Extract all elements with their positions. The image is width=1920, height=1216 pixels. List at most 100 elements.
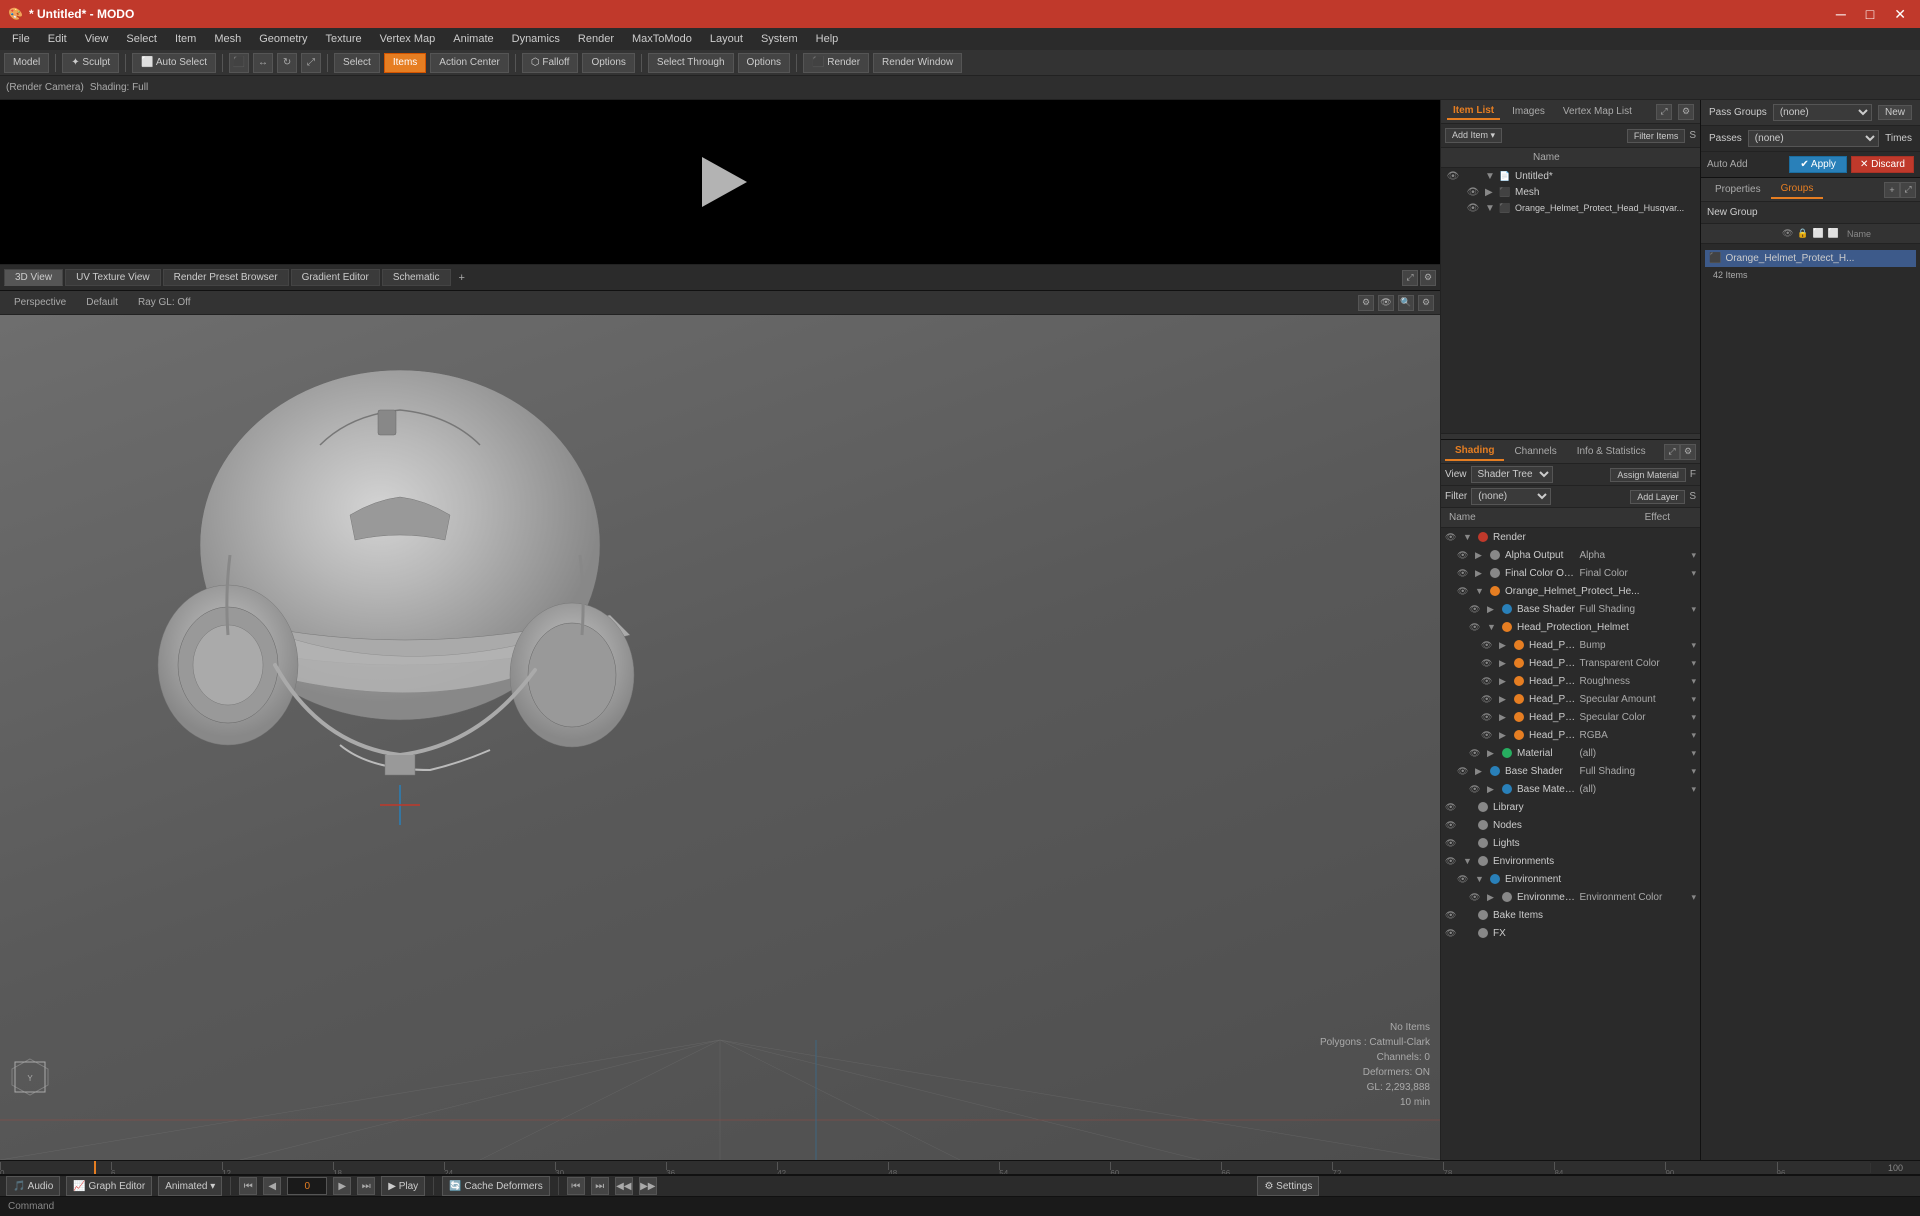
shader-chevron-13[interactable]: ▾ <box>1691 766 1696 777</box>
shader-eye-11[interactable]: 👁 <box>1481 730 1497 741</box>
shader-arrow-3[interactable]: ▼ <box>1475 586 1485 596</box>
shader-eye-20[interactable]: 👁 <box>1469 892 1485 903</box>
audio-btn[interactable]: 🎵 Audio <box>6 1176 60 1196</box>
shader-eye-12[interactable]: 👁 <box>1469 748 1485 759</box>
prev-frame-btn[interactable]: ◀ <box>263 1177 281 1195</box>
shader-row-12[interactable]: 👁▶Material(all)▾ <box>1441 744 1700 762</box>
shader-eye-10[interactable]: 👁 <box>1481 712 1497 723</box>
shader-row-20[interactable]: 👁▶Environment MaterialEnvironment Color▾ <box>1441 888 1700 906</box>
discard-btn[interactable]: ✕ Discard <box>1851 156 1914 173</box>
timeline[interactable]: 06121824303642485460667278849096 100 <box>0 1160 1920 1175</box>
shader-chevron-8[interactable]: ▾ <box>1691 676 1696 687</box>
shader-arrow-20[interactable]: ▶ <box>1487 892 1497 903</box>
shader-arrow-4[interactable]: ▶ <box>1487 604 1497 615</box>
expand-arrow-helmet[interactable]: ▼ <box>1485 203 1495 214</box>
groups-tab[interactable]: Groups <box>1771 180 1824 199</box>
next-frame-btn[interactable]: ▶ <box>333 1177 351 1195</box>
menu-help[interactable]: Help <box>808 31 847 47</box>
transform-icon-3[interactable]: ↻ <box>277 53 297 73</box>
menu-item[interactable]: Item <box>167 31 204 47</box>
viewport-icon-2[interactable]: 👁 <box>1378 295 1394 311</box>
shader-row-0[interactable]: 👁▼Render <box>1441 528 1700 546</box>
shader-eye-18[interactable]: 👁 <box>1445 856 1461 867</box>
shader-eye-0[interactable]: 👁 <box>1445 532 1461 543</box>
shader-chevron-4[interactable]: ▾ <box>1691 604 1696 615</box>
shader-row-16[interactable]: 👁Nodes <box>1441 816 1700 834</box>
shader-row-9[interactable]: 👁▶Head_Protection_Helm ...Specular Amoun… <box>1441 690 1700 708</box>
shader-eye-17[interactable]: 👁 <box>1445 838 1461 849</box>
menu-dynamics[interactable]: Dynamics <box>504 31 568 47</box>
shader-eye-6[interactable]: 👁 <box>1481 640 1497 651</box>
shader-arrow-5[interactable]: ▼ <box>1487 622 1497 632</box>
falloff-btn[interactable]: ⬡ Falloff <box>522 53 579 73</box>
groups-add-icon[interactable]: + <box>1884 182 1900 198</box>
menu-layout[interactable]: Layout <box>702 31 751 47</box>
shader-chevron-1[interactable]: ▾ <box>1691 550 1696 561</box>
shader-arrow-10[interactable]: ▶ <box>1499 712 1509 723</box>
shader-arrow-14[interactable]: ▶ <box>1487 784 1497 795</box>
expand-arrow-mesh[interactable]: ▶ <box>1485 187 1495 198</box>
shader-eye-3[interactable]: 👁 <box>1457 586 1473 597</box>
images-tab[interactable]: Images <box>1506 104 1551 119</box>
tree-item-mesh[interactable]: 👁 ▶ ⬛ Mesh <box>1441 184 1700 200</box>
shader-eye-9[interactable]: 👁 <box>1481 694 1497 705</box>
assign-material-btn[interactable]: Assign Material <box>1610 468 1686 482</box>
tab-uv-texture[interactable]: UV Texture View <box>65 269 161 286</box>
shader-eye-5[interactable]: 👁 <box>1469 622 1485 633</box>
groups-expand-icon[interactable]: ⤢ <box>1900 182 1916 198</box>
transform-icon-2[interactable]: ↔ <box>253 53 273 73</box>
tab-schematic[interactable]: Schematic <box>382 269 451 286</box>
menu-mesh[interactable]: Mesh <box>206 31 249 47</box>
shader-arrow-6[interactable]: ▶ <box>1499 640 1509 651</box>
shader-row-1[interactable]: 👁▶Alpha OutputAlpha▾ <box>1441 546 1700 564</box>
shader-chevron-20[interactable]: ▾ <box>1691 892 1696 903</box>
select-through-btn[interactable]: Select Through <box>648 53 734 73</box>
tab-3d-view[interactable]: 3D View <box>4 269 63 286</box>
shader-eye-19[interactable]: 👁 <box>1457 874 1473 885</box>
shader-arrow-12[interactable]: ▶ <box>1487 748 1497 759</box>
viewport-icon-3[interactable]: 🔍 <box>1398 295 1414 311</box>
shading-settings-icon[interactable]: ⚙ <box>1680 444 1696 460</box>
shader-row-18[interactable]: 👁▼Environments <box>1441 852 1700 870</box>
shader-row-21[interactable]: 👁Bake Items <box>1441 906 1700 924</box>
menu-edit[interactable]: Edit <box>40 31 75 47</box>
graph-editor-btn[interactable]: 📈 Graph Editor <box>66 1176 152 1196</box>
eye-icon-helmet[interactable]: 👁 <box>1465 203 1481 214</box>
view-perspective[interactable]: Perspective <box>8 296 72 309</box>
render-window-btn[interactable]: Render Window <box>873 53 962 73</box>
shader-arrow-1[interactable]: ▶ <box>1475 550 1485 561</box>
viewport-icon-4[interactable]: ⚙ <box>1418 295 1434 311</box>
item-list-scrollbar[interactable] <box>1441 433 1700 439</box>
shader-arrow-8[interactable]: ▶ <box>1499 676 1509 687</box>
shader-eye-13[interactable]: 👁 <box>1457 766 1473 777</box>
filter-items-btn[interactable]: Filter Items <box>1627 129 1686 143</box>
render-btn[interactable]: ⬛ Render <box>803 53 869 73</box>
transform-icon-1[interactable]: ⬛ <box>229 53 249 73</box>
shader-row-17[interactable]: 👁Lights <box>1441 834 1700 852</box>
shader-chevron-7[interactable]: ▾ <box>1691 658 1696 669</box>
shader-row-3[interactable]: 👁▼Orange_Helmet_Protect_He... <box>1441 582 1700 600</box>
shader-arrow-0[interactable]: ▼ <box>1463 532 1473 542</box>
viewport-icon-1[interactable]: ⚙ <box>1358 295 1374 311</box>
menu-maxtomodo[interactable]: MaxToModo <box>624 31 700 47</box>
menu-system[interactable]: System <box>753 31 806 47</box>
view-raygl[interactable]: Ray GL: Off <box>132 296 197 309</box>
menu-file[interactable]: File <box>4 31 38 47</box>
cache-deformers-btn[interactable]: 🔄 Cache Deformers <box>442 1176 550 1196</box>
shader-chevron-14[interactable]: ▾ <box>1691 784 1696 795</box>
shader-row-19[interactable]: 👁▼Environment <box>1441 870 1700 888</box>
shader-eye-14[interactable]: 👁 <box>1469 784 1485 795</box>
shader-row-5[interactable]: 👁▼Head_Protection_Helmet <box>1441 618 1700 636</box>
command-input[interactable] <box>62 1201 1912 1213</box>
time-input[interactable] <box>287 1177 327 1195</box>
transform-icon-4[interactable]: ⤢ <box>301 53 321 73</box>
transport-icon-2[interactable]: ⏭ <box>591 1177 609 1195</box>
eye-icon[interactable]: 👁 <box>1445 171 1461 182</box>
shader-arrow-2[interactable]: ▶ <box>1475 568 1485 579</box>
action-center-btn[interactable]: Action Center <box>430 53 509 73</box>
shader-eye-21[interactable]: 👁 <box>1445 910 1461 921</box>
timeline-cursor[interactable] <box>94 1160 96 1175</box>
shader-eye-4[interactable]: 👁 <box>1469 604 1485 615</box>
shader-row-2[interactable]: 👁▶Final Color OutputFinal Color▾ <box>1441 564 1700 582</box>
add-tab-btn[interactable]: + <box>453 270 471 286</box>
